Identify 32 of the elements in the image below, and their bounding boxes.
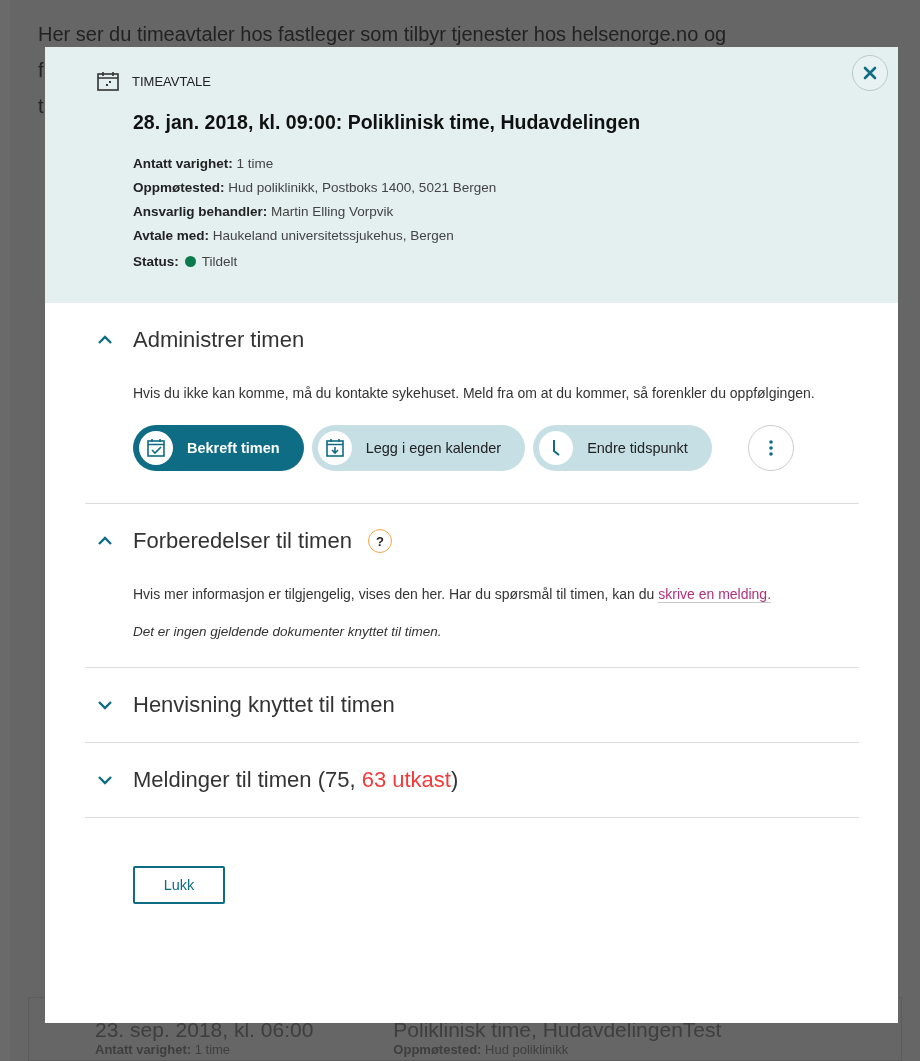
chevron-icon[interactable] (97, 700, 113, 710)
status-value: Tildelt (201, 254, 238, 269)
detail-text: Antatt varighet: 1 time (133, 155, 275, 173)
section-title[interactable]: Meldinger til timen (75, 63 utkast) (133, 767, 459, 793)
appointment-title: 28. jan. 2018, kl. 09:00: Poliklinisk time, Hudavdelingen (133, 111, 642, 134)
section-title[interactable]: Administrer timen (133, 327, 305, 353)
intro-text: f (38, 58, 44, 83)
more-icon (768, 440, 773, 456)
action-button[interactable]: Endre tidspunkt (533, 425, 712, 471)
section-text: Hvis du ikke kan komme, må du kontakte sykehuset. Meld fra om at du kommer, så forenkler du oppfølgingen. (133, 384, 816, 403)
chevron-icon[interactable] (97, 335, 113, 345)
note-text: Det er ingen gjeldende dokumenter knyttet til timen. (133, 624, 443, 639)
action-button[interactable]: Bekreft timen (133, 425, 304, 471)
section-text: Hvis mer informasjon er tilgjengelig, vises den her. Har du spørsmål til timen, kan du skrive en melding. (133, 585, 773, 605)
section-title[interactable]: Forberedelser til timen (133, 528, 352, 554)
status-label: Status: (133, 254, 179, 269)
section-title[interactable]: Henvisning knyttet til timen (133, 692, 395, 718)
calendar-download-icon (324, 438, 345, 458)
detail-text: Ansvarlig behandler: Martin Elling Vorpvik (133, 203, 395, 221)
action-button[interactable]: Legg i egen kalender (311, 425, 526, 471)
detail-text: Avtale med: Haukeland universitetssjukehus, Bergen (133, 227, 455, 245)
close-button[interactable]: Lukk (133, 866, 225, 904)
intro-text: t (38, 94, 44, 119)
calendar-check-icon (146, 438, 166, 458)
category-label: TIMEAVTALE (132, 73, 211, 89)
close-icon[interactable] (852, 55, 888, 91)
intro-text: Her ser du timeavtaler hos fastleger som tilbyr tjenester hos helsenorge.no og (38, 22, 727, 47)
calendar-icon (97, 71, 119, 91)
chevron-icon[interactable] (97, 775, 113, 785)
chevron-icon[interactable] (97, 536, 113, 546)
detail-text: Oppmøtested: Hud poliklinikk, Postboks 1400, 5021 Bergen (133, 179, 498, 197)
write-message-link[interactable]: skrive en melding. (658, 586, 772, 603)
